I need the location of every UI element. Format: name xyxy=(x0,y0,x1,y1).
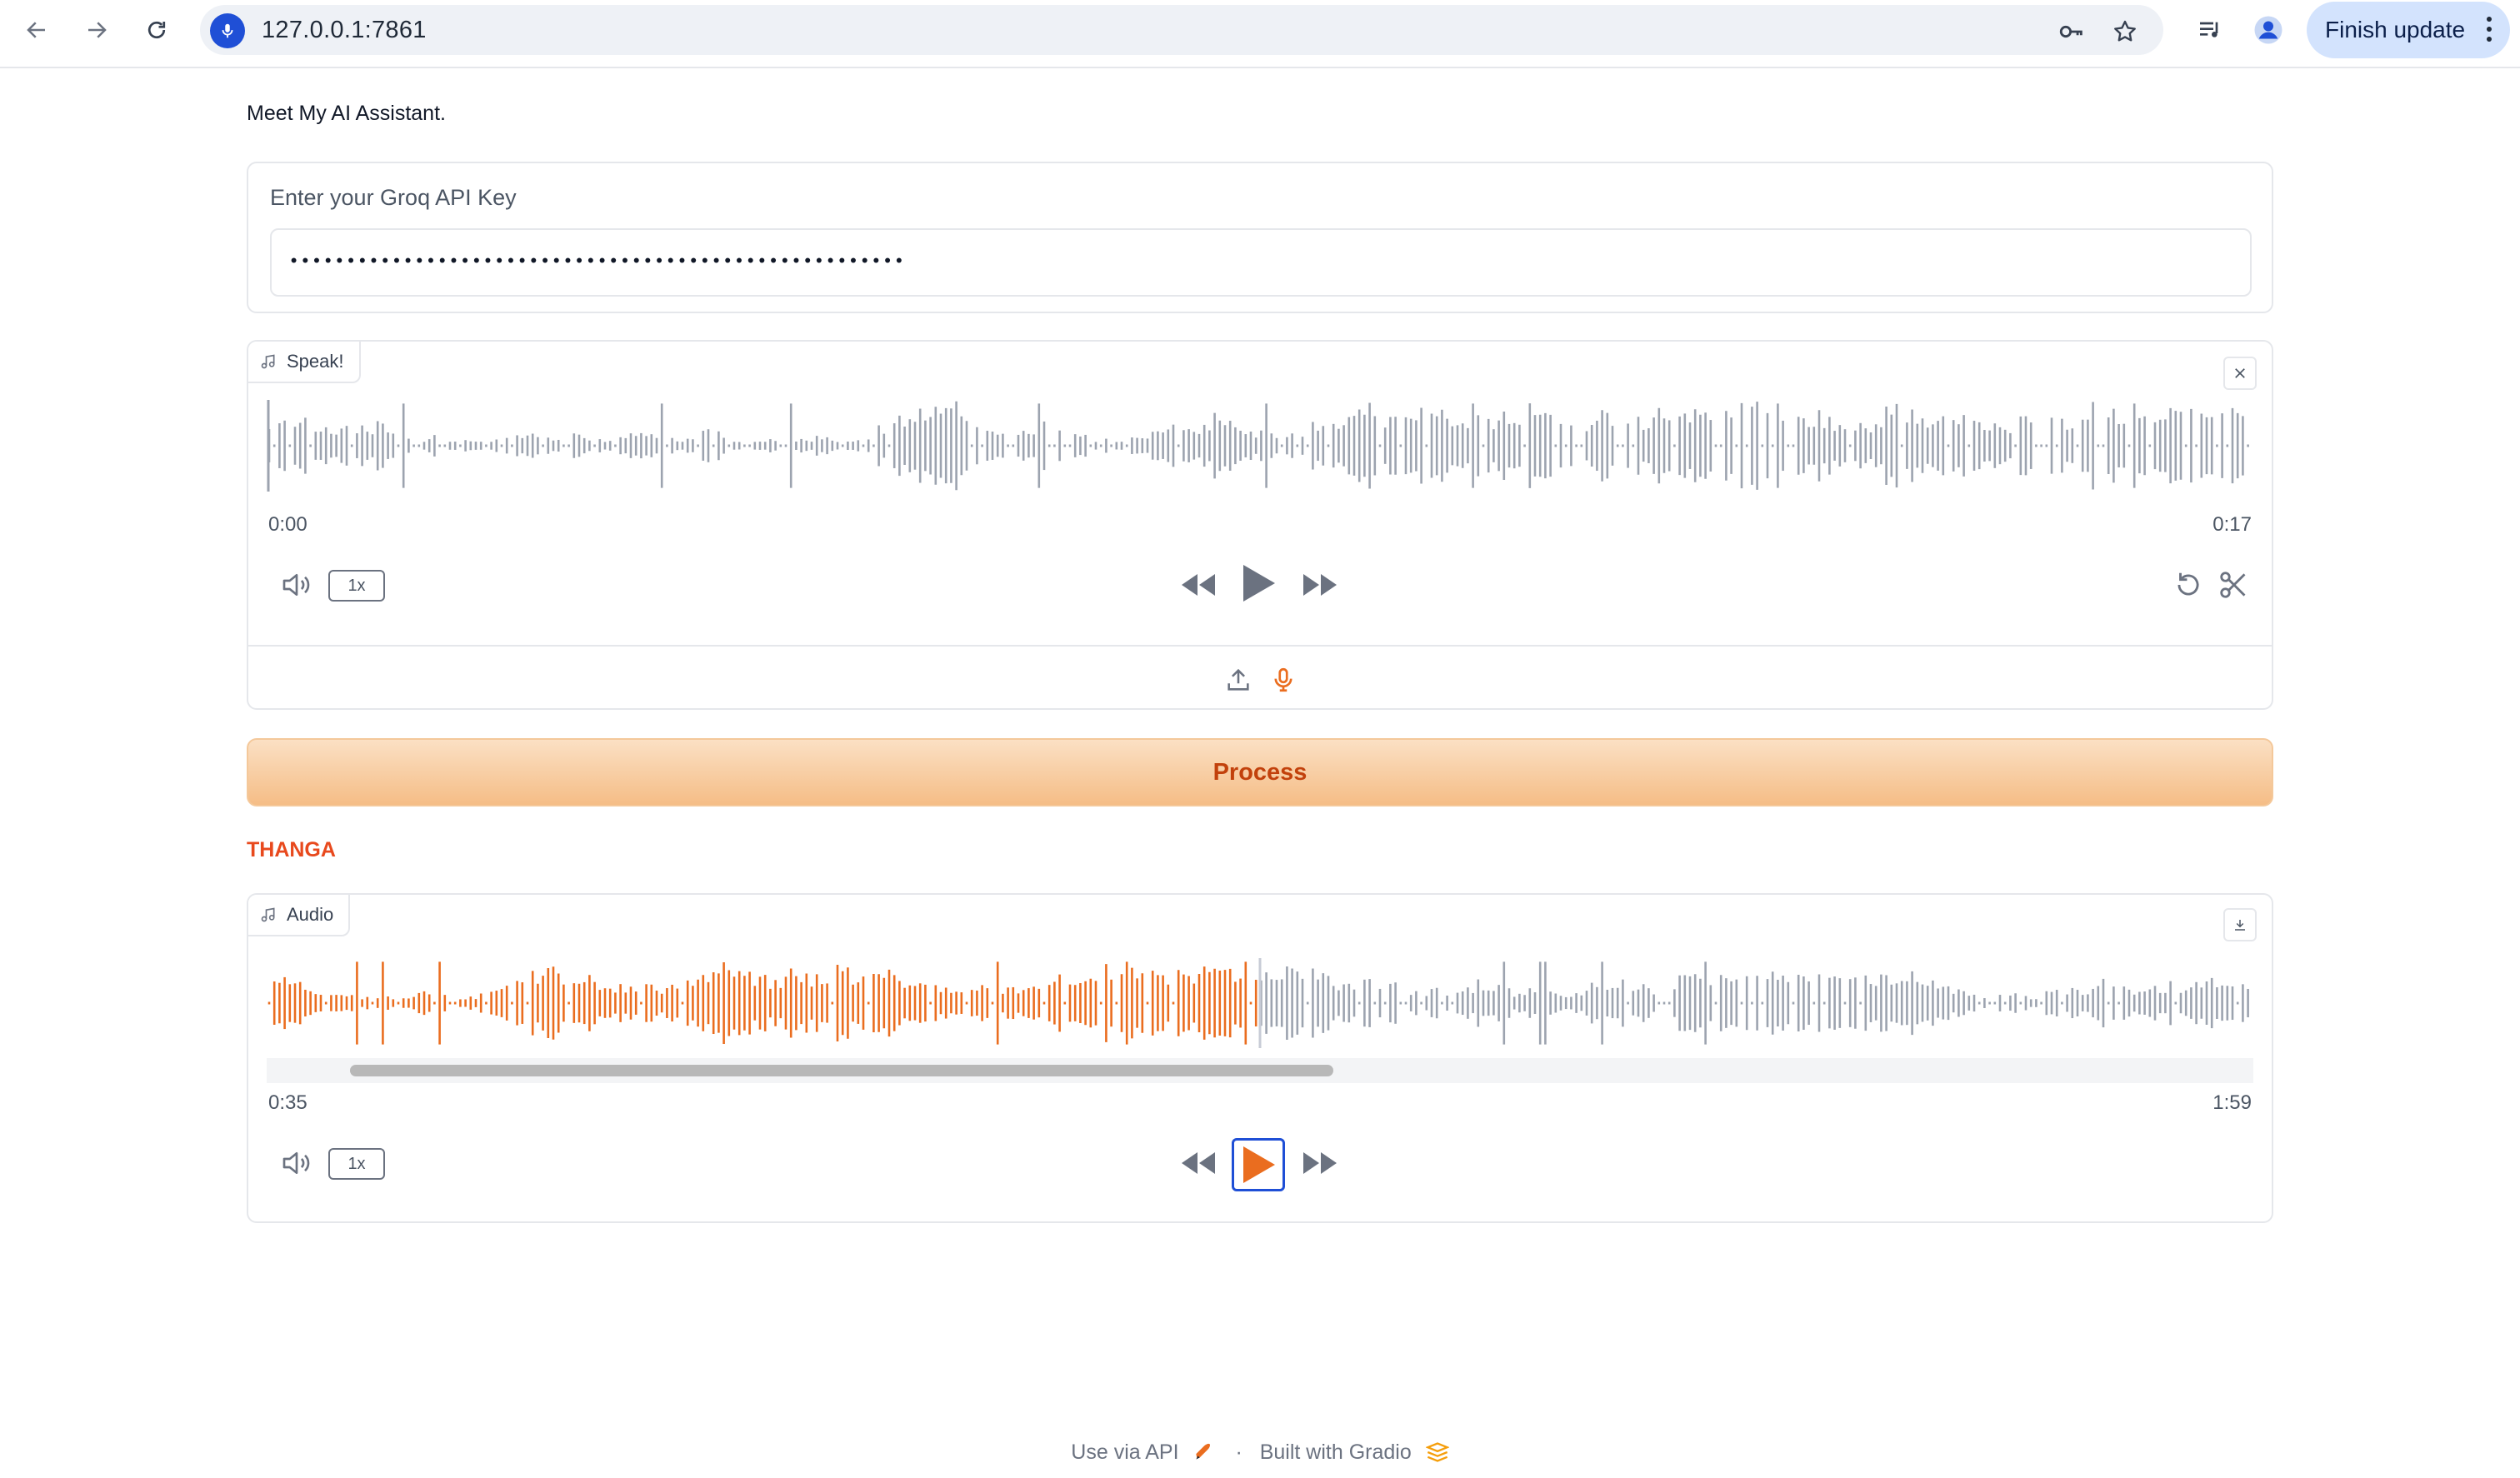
music-note-icon xyxy=(261,354,275,369)
fast-forward-icon xyxy=(1303,574,1337,596)
url-text[interactable]: 127.0.0.1:7861 xyxy=(262,17,427,44)
skip-backward-button[interactable] xyxy=(1178,567,1218,603)
gradio-logo-icon xyxy=(1424,1442,1450,1463)
play-button[interactable] xyxy=(1232,1138,1285,1191)
output-label: THANGA xyxy=(247,838,336,861)
source-divider xyxy=(248,645,2272,647)
media-controls-button[interactable] xyxy=(2192,12,2228,48)
speak-audio-tag-label: Speak! xyxy=(287,351,344,372)
rewind-icon xyxy=(1182,574,1215,596)
finish-update-label: Finish update xyxy=(2325,17,2466,42)
microphone-icon xyxy=(222,23,233,38)
microphone-icon xyxy=(1274,667,1292,692)
speak-audio-tag: Speak! xyxy=(248,342,361,383)
finish-update-button[interactable]: Finish update xyxy=(2307,2,2510,58)
reset-audio-button[interactable] xyxy=(2170,567,2207,603)
star-icon xyxy=(2114,20,2136,42)
output-audio-player: Audio 0:35 1:59 1x xyxy=(247,893,2273,1223)
back-button[interactable] xyxy=(18,12,55,48)
avatar-icon xyxy=(2254,16,2282,44)
skip-forward-button[interactable] xyxy=(1300,1145,1340,1181)
kebab-menu-icon xyxy=(2487,17,2492,42)
arrow-left-icon xyxy=(27,22,45,38)
output-current-time: 0:35 xyxy=(268,1091,308,1114)
reload-button[interactable] xyxy=(138,12,175,48)
output-waveform[interactable] xyxy=(267,958,2253,1048)
clear-audio-button[interactable] xyxy=(2223,357,2257,390)
intro-text: Meet My AI Assistant. xyxy=(247,102,446,125)
profile-button[interactable] xyxy=(2250,12,2287,48)
footer-separator: · xyxy=(1235,1440,1242,1464)
output-duration: 1:59 xyxy=(2212,1091,2252,1114)
undo-icon xyxy=(2178,572,2199,596)
speak-duration: 0:17 xyxy=(2212,513,2252,536)
skip-forward-button[interactable] xyxy=(1300,567,1340,603)
key-icon xyxy=(2059,25,2082,38)
speak-waveform[interactable] xyxy=(267,400,2253,492)
close-icon xyxy=(2235,368,2245,378)
site-mic-indicator[interactable] xyxy=(210,13,245,48)
scissors-icon xyxy=(2220,572,2246,598)
output-audio-tag: Audio xyxy=(248,895,351,936)
fast-forward-icon xyxy=(1303,1152,1337,1174)
playlist-icon xyxy=(2200,22,2218,37)
process-button[interactable]: Process xyxy=(247,738,2273,806)
footer: Use via API · Built with Gradio xyxy=(0,1440,2520,1465)
upload-icon xyxy=(1228,668,1249,691)
address-bar[interactable]: 127.0.0.1:7861 xyxy=(200,5,2163,55)
reload-icon xyxy=(148,21,166,39)
output-playback-speed[interactable]: 1x xyxy=(328,1148,385,1180)
trim-audio-button[interactable] xyxy=(2215,567,2252,603)
api-key-block: Enter your Groq API Key ••••••••••••••••… xyxy=(247,162,2273,313)
speak-audio-input: Speak! 0:00 0:17 1x xyxy=(247,340,2273,710)
built-with-gradio-link[interactable]: Built with Gradio xyxy=(1260,1441,1412,1464)
speak-playback-speed[interactable]: 1x xyxy=(328,570,385,602)
forward-button[interactable] xyxy=(78,12,115,48)
browser-toolbar: 127.0.0.1:7861 Finish update xyxy=(0,0,2520,68)
skip-backward-button[interactable] xyxy=(1178,1145,1218,1181)
api-key-input[interactable]: ••••••••••••••••••••••••••••••••••••••••… xyxy=(270,228,2252,297)
volume-icon xyxy=(282,1152,310,1174)
play-icon xyxy=(1243,565,1275,602)
speak-current-time: 0:00 xyxy=(268,513,308,536)
upload-source-button[interactable] xyxy=(1220,662,1257,698)
music-note-icon xyxy=(261,907,275,922)
play-icon xyxy=(1243,1146,1275,1183)
api-key-label: Enter your Groq API Key xyxy=(270,185,517,210)
rocket-icon xyxy=(1196,1444,1211,1461)
rewind-icon xyxy=(1182,1152,1215,1174)
waveform-scrollbar-thumb[interactable] xyxy=(350,1065,1333,1076)
password-key-button[interactable] xyxy=(2055,15,2088,48)
volume-icon xyxy=(282,574,310,596)
volume-button[interactable] xyxy=(278,1145,315,1181)
arrow-right-icon xyxy=(88,22,107,38)
download-audio-button[interactable] xyxy=(2223,908,2257,941)
use-via-api-link[interactable]: Use via API xyxy=(1071,1441,1178,1464)
download-icon xyxy=(2235,920,2245,931)
bookmark-button[interactable] xyxy=(2108,15,2142,48)
play-button[interactable] xyxy=(1235,560,1282,607)
waveform-scrollbar[interactable] xyxy=(267,1058,2253,1083)
output-audio-tag-label: Audio xyxy=(287,904,334,925)
volume-button[interactable] xyxy=(278,567,315,603)
microphone-source-button[interactable] xyxy=(1265,662,1302,698)
